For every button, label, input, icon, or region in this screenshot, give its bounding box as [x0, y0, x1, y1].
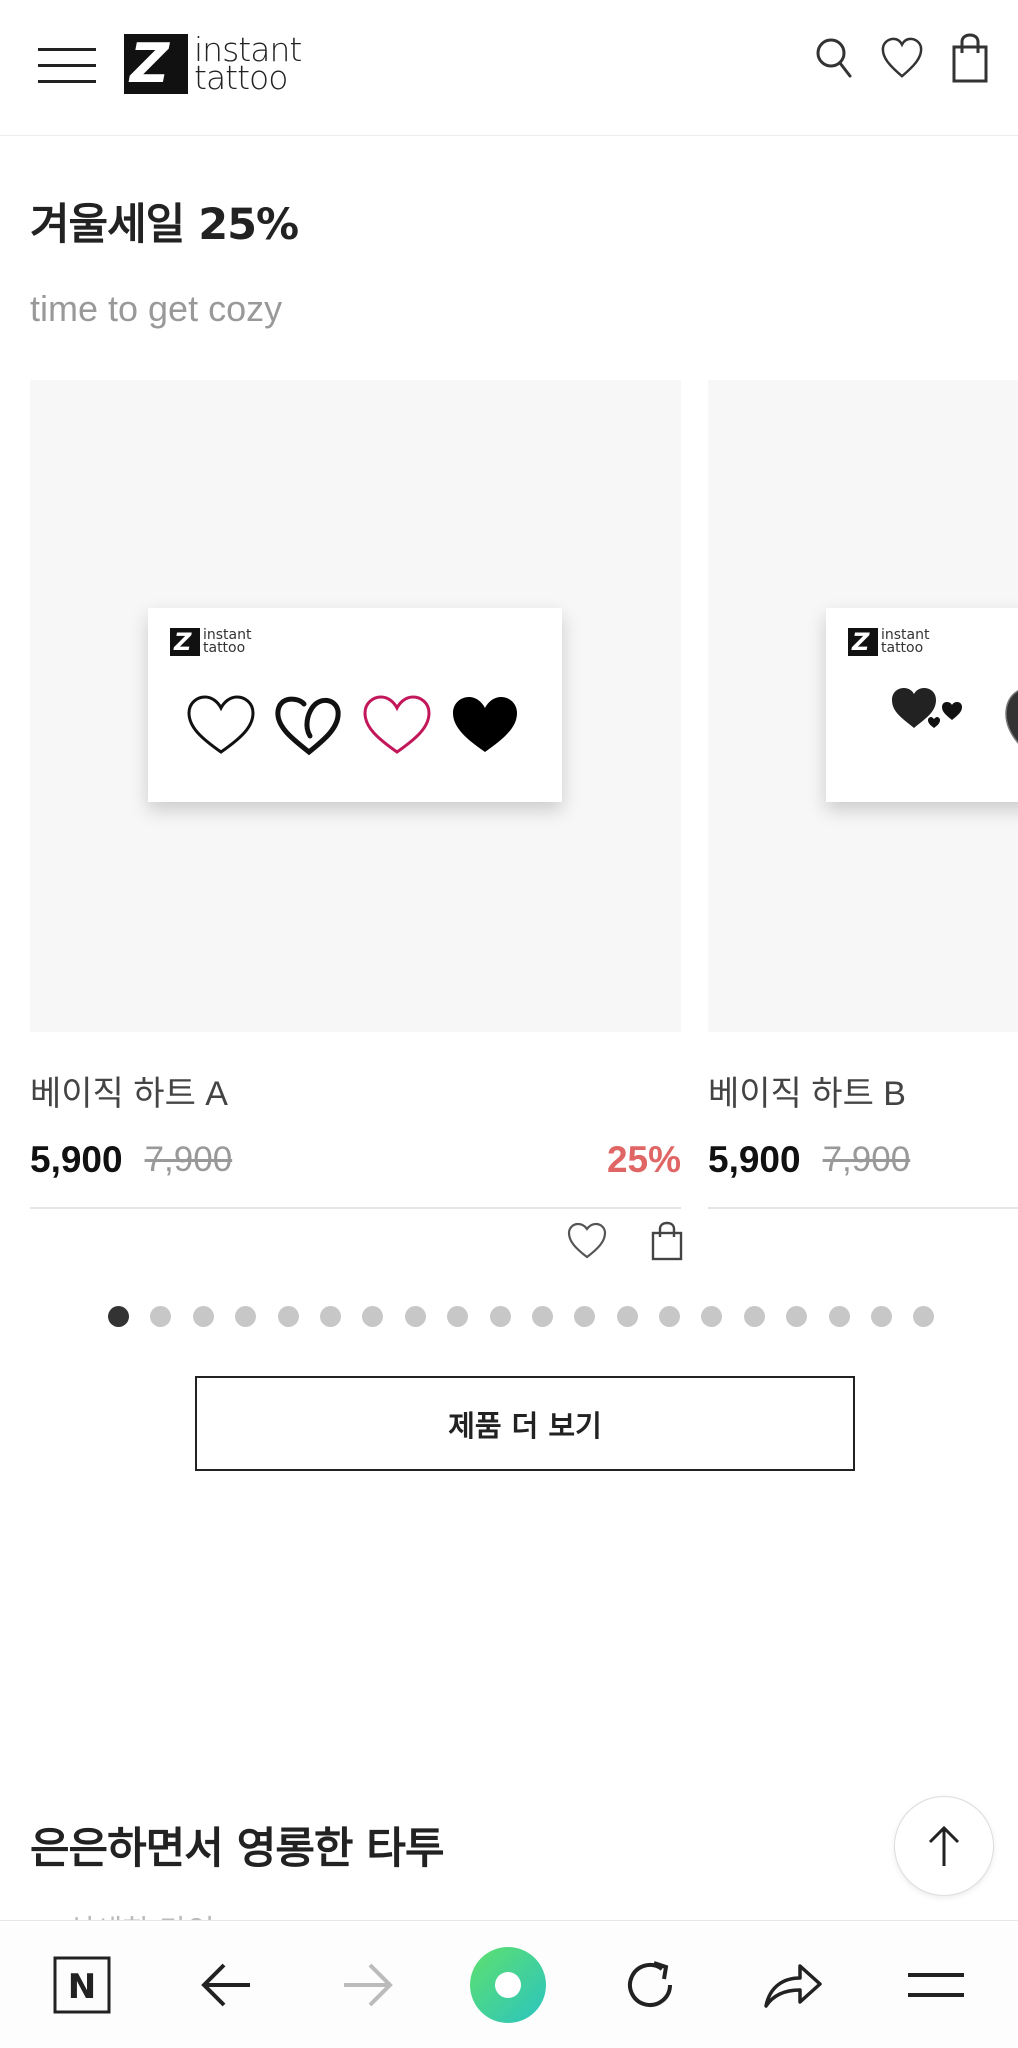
menu-icon[interactable] — [896, 1945, 976, 2025]
hamburger-menu-icon[interactable] — [38, 48, 96, 84]
browser-toolbar: N — [0, 1920, 1018, 2048]
pagination-dot[interactable] — [150, 1306, 172, 1327]
pagination-dot[interactable] — [108, 1306, 129, 1327]
tattoo-sheet: Z instant tattoo — [148, 608, 562, 802]
back-arrow-icon[interactable] — [186, 1945, 266, 2025]
pagination-dot[interactable] — [404, 1306, 426, 1327]
discount-rate: 25% — [606, 1139, 681, 1180]
sheet-logo: Z instant tattoo — [170, 628, 252, 656]
product-image[interactable]: Z instant tattoo — [708, 380, 1018, 1032]
textured-hearts-icon — [892, 688, 1018, 744]
pagination-dot[interactable] — [659, 1306, 681, 1327]
share-icon[interactable] — [752, 1945, 832, 2025]
product-card[interactable]: Z instant tattoo 베이직 하트 B 5,900 7,900 — [708, 380, 1018, 1209]
original-price: 7,900 — [822, 1140, 911, 1179]
svg-text:N: N — [68, 1967, 96, 2007]
pagination-dot[interactable] — [786, 1306, 808, 1327]
search-icon[interactable] — [812, 32, 856, 84]
price-row: 5,900 7,900 — [708, 1135, 1018, 1185]
logo-line2: tattoo — [194, 58, 288, 97]
pagination-dot[interactable] — [743, 1306, 765, 1327]
header-icons — [812, 32, 992, 84]
section-subtitle: time to get cozy — [30, 288, 283, 329]
scroll-to-top-button[interactable] — [894, 1796, 994, 1896]
product-image[interactable]: Z instant tattoo — [30, 380, 681, 1032]
product-name[interactable]: 베이직 하트 B — [708, 1066, 1018, 1115]
logo-mark: Z — [124, 34, 188, 94]
refresh-icon[interactable] — [610, 1945, 690, 2025]
outline-heart-icon — [187, 695, 255, 754]
pagination-dot[interactable] — [828, 1306, 850, 1327]
card-actions — [564, 1218, 690, 1264]
pink-heart-icon — [363, 695, 431, 754]
pagination-dot[interactable] — [489, 1306, 511, 1327]
logo-mark-letter: Z — [130, 32, 170, 95]
section-title: 겨울세일 25% — [30, 200, 299, 250]
pagination-dot[interactable] — [871, 1306, 893, 1327]
site-header: Z instant tattoo — [0, 0, 1018, 136]
solid-heart-icon — [453, 697, 517, 752]
pagination-dot[interactable] — [616, 1306, 638, 1327]
heart-icon[interactable] — [880, 32, 924, 84]
carousel-pagination — [108, 1306, 935, 1327]
pagination-dot[interactable] — [447, 1306, 469, 1327]
pagination-dot[interactable] — [235, 1306, 257, 1327]
naver-icon[interactable]: N — [42, 1945, 122, 2025]
pagination-dot[interactable] — [362, 1306, 384, 1327]
original-price: 7,900 — [144, 1140, 233, 1179]
arrow-up-icon — [928, 1825, 960, 1866]
forward-arrow-icon[interactable] — [328, 1945, 408, 2025]
pagination-dot[interactable] — [319, 1306, 341, 1327]
logo-text: instant tattoo — [194, 33, 302, 97]
hearts-row — [186, 694, 520, 756]
brush-heart-icon — [275, 696, 341, 756]
pagination-dot[interactable] — [574, 1306, 596, 1327]
price-row: 5,900 7,900 25% — [30, 1135, 681, 1185]
section-title: 은은하면서 영롱한 타투 — [30, 1824, 445, 1874]
card-divider — [708, 1207, 1018, 1209]
view-more-products-button[interactable]: 제품 더 보기 — [195, 1376, 855, 1471]
shopping-bag-icon[interactable] — [644, 1218, 690, 1264]
shopping-bag-icon[interactable] — [948, 32, 992, 84]
sheet-logo: Z instant tattoo — [848, 628, 930, 656]
pagination-dot[interactable] — [531, 1306, 553, 1327]
product-card[interactable]: Z instant tattoo 베이직 하트 A 5,900 7,900 25% — [30, 380, 681, 1209]
pagination-dot[interactable] — [913, 1306, 935, 1327]
card-divider — [30, 1207, 681, 1209]
pagination-dot[interactable] — [192, 1306, 214, 1327]
sale-price: 5,900 — [30, 1139, 123, 1180]
heart-icon[interactable] — [564, 1218, 610, 1264]
home-green-icon[interactable] — [466, 1943, 550, 2027]
instant-tattoo-logo[interactable]: Z instant tattoo — [124, 33, 302, 97]
product-name[interactable]: 베이직 하트 A — [30, 1066, 681, 1115]
tattoo-sheet: Z instant tattoo — [826, 608, 1018, 802]
pagination-dot[interactable] — [277, 1306, 299, 1327]
pagination-dot[interactable] — [701, 1306, 723, 1327]
sale-price: 5,900 — [708, 1139, 801, 1180]
